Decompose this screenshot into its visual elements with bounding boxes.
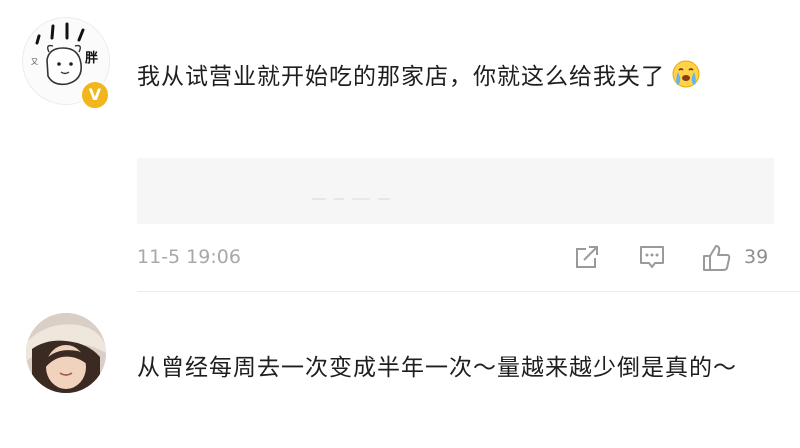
svg-text:胖: 胖 xyxy=(84,50,98,66)
thumbs-up-icon xyxy=(703,245,731,271)
comment-text: 从曾经每周去一次变成半年一次～量越来越少倒是真的～ xyxy=(137,355,737,381)
svg-text:又: 又 xyxy=(31,58,38,66)
share-button[interactable] xyxy=(573,243,601,275)
comment-body: 我从试营业就开始吃的那家店，你就这么给我关了 xyxy=(137,64,665,90)
photo-avatar-image xyxy=(26,313,106,393)
user-avatar[interactable] xyxy=(26,313,106,393)
like-count: 39 xyxy=(744,246,769,268)
share-icon xyxy=(576,246,598,268)
like-button[interactable] xyxy=(701,243,733,277)
comment-timestamp: 11-5 19:06 xyxy=(137,246,241,268)
quoted-reply-box[interactable] xyxy=(137,158,774,224)
comment-text: 我从试营业就开始吃的那家店，你就这么给我关了 xyxy=(137,55,777,99)
comment-button[interactable] xyxy=(638,243,666,275)
quoted-text-placeholder xyxy=(312,198,390,200)
comment-divider xyxy=(137,291,800,292)
crying-face-emoji xyxy=(672,60,700,88)
verified-badge: V xyxy=(80,80,110,110)
comment-icon xyxy=(640,246,664,268)
